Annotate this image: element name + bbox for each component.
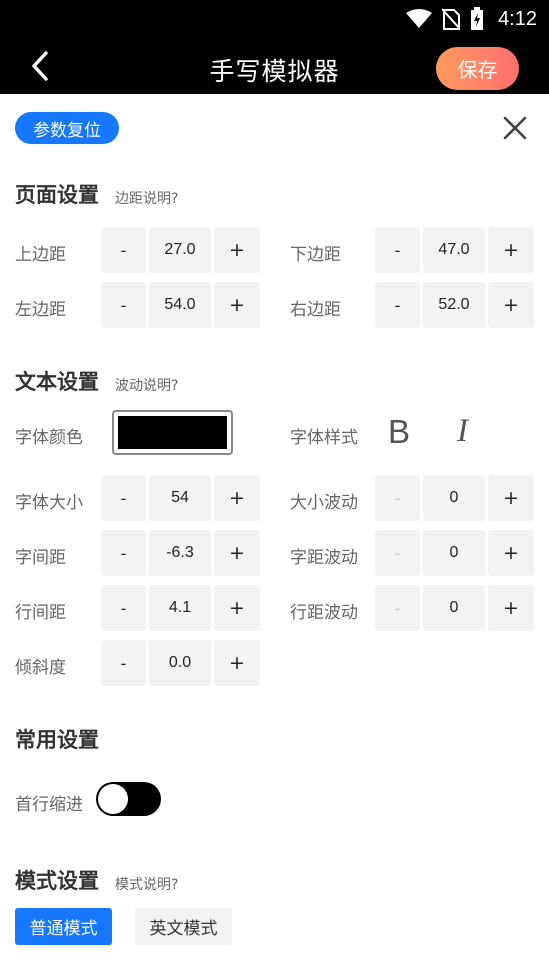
slant-value[interactable]: 0.0: [149, 640, 211, 686]
font-size-value[interactable]: 54: [149, 475, 211, 521]
top-margin-increase-button[interactable]: +: [214, 227, 260, 273]
right-margin-decrease-button[interactable]: -: [375, 282, 420, 328]
margin-help-link[interactable]: 边距说明?: [115, 188, 178, 208]
font-color-picker[interactable]: [112, 410, 233, 455]
top-margin-decrease-button[interactable]: -: [101, 227, 146, 273]
normal-mode-button[interactable]: 普通模式: [15, 908, 112, 945]
line-spacing-decrease-button[interactable]: -: [101, 585, 146, 631]
font-size-label: 字体大小: [15, 493, 83, 513]
left-margin-label: 左边距: [15, 300, 66, 320]
close-button[interactable]: [502, 115, 528, 141]
top-margin-value[interactable]: 27.0: [149, 227, 211, 273]
right-margin-label: 右边距: [290, 300, 341, 320]
save-button[interactable]: 保存: [436, 47, 519, 90]
letter-spacing-stepper: - -6.3 +: [101, 530, 261, 576]
line-fluctuation-decrease-button[interactable]: -: [375, 585, 420, 631]
line-spacing-value[interactable]: 4.1: [149, 585, 211, 631]
line-fluctuation-increase-button[interactable]: +: [488, 585, 534, 631]
font-color-swatch: [118, 416, 227, 449]
size-fluctuation-label: 大小波动: [290, 493, 358, 513]
no-sim-icon: [442, 8, 461, 30]
mode-help-link[interactable]: 模式说明?: [115, 874, 178, 894]
left-margin-increase-button[interactable]: +: [214, 282, 260, 328]
size-fluctuation-increase-button[interactable]: +: [488, 475, 534, 521]
page-settings-title: 页面设置: [15, 183, 99, 207]
line-fluctuation-stepper: - 0 +: [375, 585, 535, 631]
italic-toggle-button[interactable]: I: [457, 413, 468, 450]
letter-spacing-label: 字间距: [15, 548, 66, 568]
letter-spacing-decrease-button[interactable]: -: [101, 530, 146, 576]
bottom-margin-decrease-button[interactable]: -: [375, 227, 420, 273]
toggle-knob: [98, 784, 128, 814]
english-mode-button[interactable]: 英文模式: [135, 908, 232, 945]
fluctuation-help-link[interactable]: 波动说明?: [115, 375, 178, 395]
wifi-icon: [406, 9, 433, 28]
bottom-margin-value[interactable]: 47.0: [423, 227, 485, 273]
bottom-margin-increase-button[interactable]: +: [488, 227, 534, 273]
bottom-margin-stepper: - 47.0 +: [375, 227, 535, 273]
line-fluctuation-value[interactable]: 0: [423, 585, 485, 631]
font-color-label: 字体颜色: [15, 428, 83, 448]
close-icon: [503, 116, 527, 140]
size-fluctuation-decrease-button[interactable]: -: [375, 475, 420, 521]
spacing-fluctuation-stepper: - 0 +: [375, 530, 535, 576]
font-style-label: 字体样式: [290, 428, 358, 448]
spacing-fluctuation-label: 字距波动: [290, 548, 358, 568]
spacing-fluctuation-decrease-button[interactable]: -: [375, 530, 420, 576]
letter-spacing-value[interactable]: -6.3: [149, 530, 211, 576]
font-size-increase-button[interactable]: +: [214, 475, 260, 521]
size-fluctuation-stepper: - 0 +: [375, 475, 535, 521]
spacing-fluctuation-increase-button[interactable]: +: [488, 530, 534, 576]
right-margin-increase-button[interactable]: +: [488, 282, 534, 328]
mode-settings-title: 模式设置: [15, 869, 99, 893]
slant-stepper: - 0.0 +: [101, 640, 261, 686]
first-line-indent-label: 首行缩进: [15, 795, 83, 815]
left-margin-decrease-button[interactable]: -: [101, 282, 146, 328]
status-time: 4:12: [498, 7, 537, 30]
bottom-margin-label: 下边距: [290, 245, 341, 265]
text-settings-title: 文本设置: [15, 370, 99, 394]
common-settings-title: 常用设置: [15, 728, 99, 752]
font-size-stepper: - 54 +: [101, 475, 261, 521]
top-margin-label: 上边距: [15, 245, 66, 265]
right-margin-value[interactable]: 52.0: [423, 282, 485, 328]
reset-params-button[interactable]: 参数复位: [15, 112, 119, 144]
spacing-fluctuation-value[interactable]: 0: [423, 530, 485, 576]
first-line-indent-toggle[interactable]: [96, 782, 161, 816]
top-margin-stepper: - 27.0 +: [101, 227, 261, 273]
slant-label: 倾斜度: [15, 658, 66, 678]
letter-spacing-increase-button[interactable]: +: [214, 530, 260, 576]
font-size-decrease-button[interactable]: -: [101, 475, 146, 521]
status-bar: 4:12: [0, 0, 549, 38]
left-margin-stepper: - 54.0 +: [101, 282, 261, 328]
slant-decrease-button[interactable]: -: [101, 640, 146, 686]
battery-charging-icon: [471, 7, 484, 30]
line-fluctuation-label: 行距波动: [290, 603, 358, 623]
line-spacing-increase-button[interactable]: +: [214, 585, 260, 631]
left-margin-value[interactable]: 54.0: [149, 282, 211, 328]
bold-toggle-button[interactable]: B: [388, 413, 410, 451]
line-spacing-label: 行间距: [15, 603, 66, 623]
size-fluctuation-value[interactable]: 0: [423, 475, 485, 521]
app-header: 手写模拟器 保存: [0, 38, 549, 94]
slant-increase-button[interactable]: +: [214, 640, 260, 686]
line-spacing-stepper: - 4.1 +: [101, 585, 261, 631]
right-margin-stepper: - 52.0 +: [375, 282, 535, 328]
